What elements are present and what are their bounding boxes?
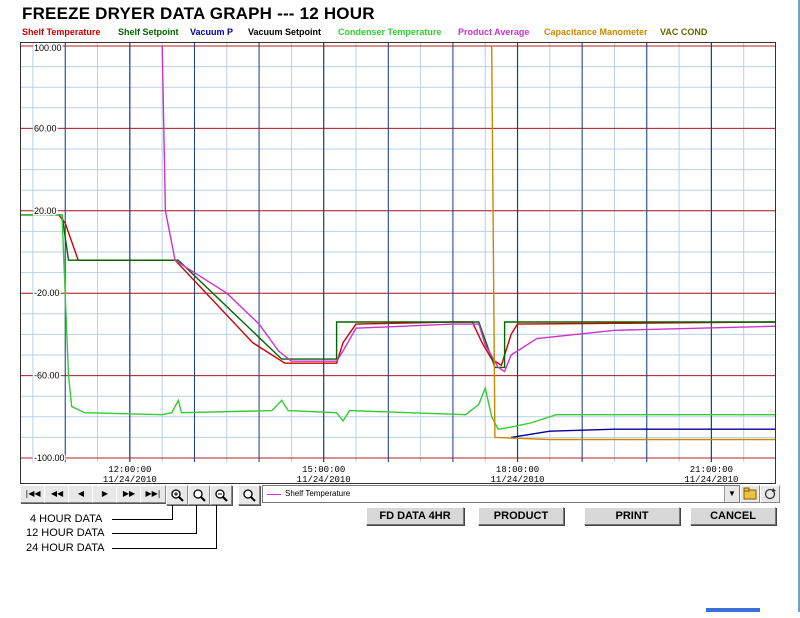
refresh-button[interactable] (760, 485, 780, 503)
callout-line-4hr-h (112, 519, 172, 520)
zoom-in-icon (171, 489, 184, 502)
nav-prev-page-button[interactable]: ◀◀ (44, 485, 70, 503)
legend-vacuum-setpoint: Vacuum Setpoint (248, 27, 322, 37)
zoom-out-icon (215, 489, 228, 502)
x-tick-time: 12:00:00 (108, 465, 151, 475)
fd-data-4hr-button[interactable]: FD DATA 4HR (366, 507, 464, 525)
nav-first-button[interactable]: |◀◀ (20, 485, 46, 503)
callout-line-12hr-v (196, 505, 197, 534)
zoom-24hr-button[interactable] (210, 485, 232, 505)
y-tick-label: -100.00 (34, 453, 65, 463)
product-button[interactable]: PRODUCT (478, 507, 564, 525)
zoom-12hr-button[interactable] (188, 485, 210, 505)
legend-capacitance-manometer: Capacitance Manometer (544, 27, 648, 37)
legend-shelf-setpoint: Shelf Setpoint (118, 27, 179, 37)
legend-shelf-temperature: Shelf Temperature (22, 27, 101, 37)
series-color-swatch (267, 494, 281, 495)
legend-condenser-temperature: Condenser Temperature (338, 27, 442, 37)
print-button[interactable]: PRINT (584, 507, 680, 525)
app-window: FREEZE DRYER DATA GRAPH --- 12 HOUR Shel… (4, 0, 800, 612)
callout-line-24hr-h (112, 548, 216, 549)
folder-icon (743, 487, 757, 500)
x-tick-date: 11/24/2010 (684, 475, 738, 484)
y-tick-label: 60.00 (34, 123, 57, 133)
x-tick-time: 21:00:00 (690, 465, 733, 475)
open-folder-button[interactable] (740, 485, 760, 503)
zoom-4hr-button[interactable] (166, 485, 188, 505)
nav-prev-button[interactable]: ◀ (68, 485, 94, 503)
y-tick-label: 20.00 (34, 206, 57, 216)
legend-product-average: Product Average (458, 27, 530, 37)
legend-vacuum-p: Vacuum P (190, 27, 234, 37)
chevron-down-icon[interactable]: ▼ (724, 486, 739, 502)
chart[interactable]: 100.00100.0060.0060.0020.0020.00-20.00-2… (20, 42, 776, 484)
graph-toolbar: |◀◀ ◀◀ ◀ ▶ ▶▶ ▶▶| Shelf Temperature ▼ (20, 485, 780, 505)
series-dropdown[interactable]: Shelf Temperature ▼ (262, 485, 740, 503)
callout-line-4hr-v (172, 505, 173, 520)
series-selected-label: Shelf Temperature (285, 489, 351, 498)
callout-line-12hr-h (112, 533, 196, 534)
callout-line-24hr-v (216, 505, 217, 549)
cancel-button[interactable]: CANCEL (690, 507, 776, 525)
nav-next-page-button[interactable]: ▶▶ (116, 485, 142, 503)
x-tick-date: 11/24/2010 (103, 475, 157, 484)
nav-next-button[interactable]: ▶ (92, 485, 118, 503)
search-icon (243, 489, 256, 502)
page-title: FREEZE DRYER DATA GRAPH --- 12 HOUR (22, 4, 375, 23)
x-tick-time: 15:00:00 (302, 465, 345, 475)
callout-24-hour-data: 24 HOUR DATA (26, 542, 105, 554)
x-tick-time: 18:00:00 (496, 465, 539, 475)
callout-12-hour-data: 12 HOUR DATA (26, 527, 105, 539)
nav-last-button[interactable]: ▶▶| (140, 485, 166, 503)
zoom-reset-button[interactable] (238, 485, 260, 505)
y-tick-label: -60.00 (34, 371, 60, 381)
y-tick-label: 100.00 (34, 43, 62, 53)
refresh-icon (764, 488, 776, 500)
magnifier-icon (193, 489, 206, 502)
legend-vac-cond: VAC COND (660, 27, 708, 37)
x-tick-date: 11/24/2010 (297, 475, 351, 484)
y-tick-label: -20.00 (34, 288, 60, 298)
x-tick-date: 11/24/2010 (491, 475, 545, 484)
taskbar-button[interactable] (706, 608, 760, 612)
callout-4-hour-data: 4 HOUR DATA (30, 513, 103, 525)
